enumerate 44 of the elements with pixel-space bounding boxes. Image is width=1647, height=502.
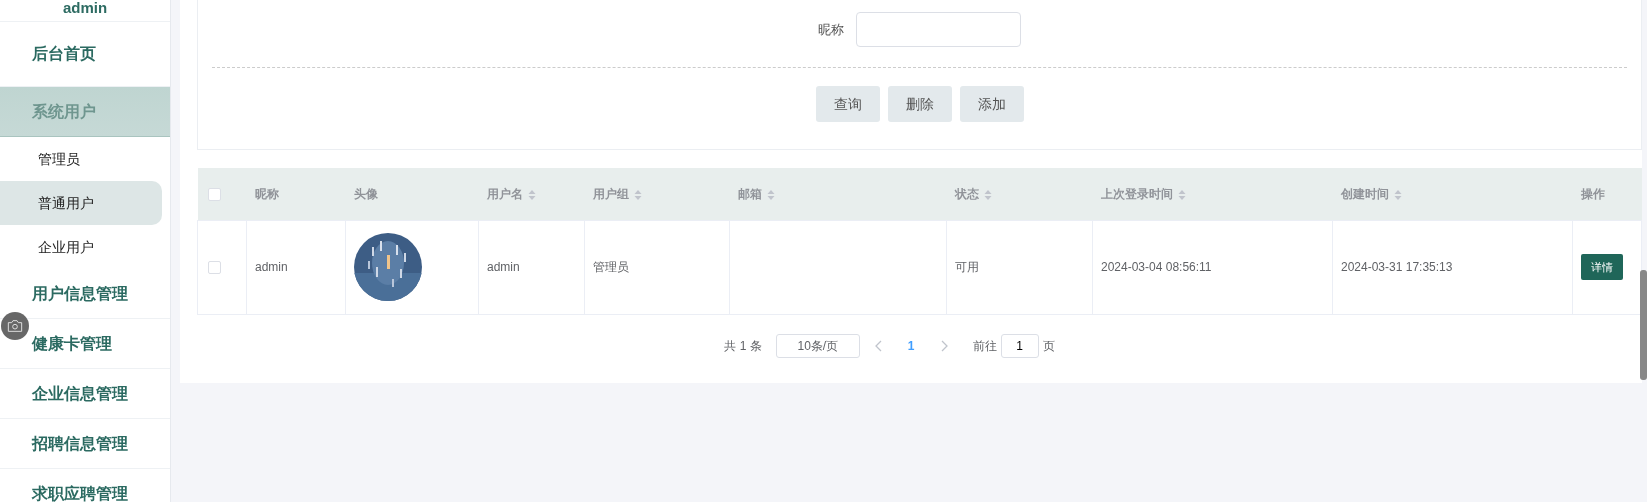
column-header: 邮箱 bbox=[737, 186, 762, 201]
table-cell: 2024-03-31 17:35:13 bbox=[1341, 260, 1453, 274]
checkbox[interactable] bbox=[208, 261, 221, 275]
sort-icon[interactable] bbox=[1177, 188, 1186, 201]
table-cell: admin bbox=[255, 260, 288, 274]
table-cell: 2024-03-04 08:56:11 bbox=[1101, 260, 1212, 274]
previous-page-icon[interactable] bbox=[873, 339, 884, 352]
sidebar-item[interactable]: 企业信息管理 bbox=[0, 369, 170, 419]
sidebar-item[interactable]: 求职应聘管理 bbox=[0, 469, 170, 502]
column-header: 操作 bbox=[1580, 186, 1605, 201]
column-header: 昵称 bbox=[254, 186, 279, 201]
input-field[interactable] bbox=[856, 12, 1021, 47]
scrollbar-thumb[interactable] bbox=[1640, 270, 1647, 380]
sort-icon[interactable] bbox=[983, 188, 992, 201]
sidebar-subitem[interactable]: 普通用户 bbox=[0, 181, 162, 225]
user-name: admin bbox=[0, 0, 170, 22]
page-suffix: 页 bbox=[1042, 337, 1055, 355]
table-cell: admin bbox=[487, 260, 520, 274]
sort-icon[interactable] bbox=[1393, 188, 1402, 201]
action-button[interactable]: 查询 bbox=[815, 86, 880, 122]
action-button[interactable]: 添加 bbox=[959, 86, 1024, 122]
sidebar-subitem[interactable]: 企业用户 bbox=[0, 225, 162, 269]
page-size-select[interactable]: 10条/页 bbox=[775, 333, 860, 358]
column-header: 用户名 bbox=[486, 186, 523, 201]
sort-icon[interactable] bbox=[527, 188, 536, 201]
sidebar-subitem[interactable]: 管理员 bbox=[0, 137, 162, 181]
total-count: 共 1 条 bbox=[724, 337, 762, 355]
table-cell: 可用 bbox=[955, 260, 979, 274]
column-header: 用户组 bbox=[592, 186, 629, 201]
table-cell: 管理员 bbox=[593, 260, 629, 274]
column-header: 上次登录时间 bbox=[1100, 186, 1173, 201]
sort-icon[interactable] bbox=[633, 188, 642, 201]
sidebar-item[interactable]: 招聘信息管理 bbox=[0, 419, 170, 469]
column-header: 状态 bbox=[954, 186, 979, 201]
goto-label: 前往 bbox=[972, 337, 997, 355]
action-button[interactable]: 删除 bbox=[887, 86, 952, 122]
page-input[interactable]: 1 bbox=[1000, 333, 1039, 358]
field-label: 昵称 bbox=[818, 20, 844, 39]
details-button[interactable]: 详情 bbox=[1581, 253, 1623, 281]
column-header: 头像 bbox=[353, 186, 378, 201]
column-header: 创建时间 bbox=[1340, 186, 1389, 201]
sort-icon[interactable] bbox=[766, 188, 775, 201]
camera-icon bbox=[7, 319, 23, 333]
checkbox[interactable] bbox=[207, 188, 221, 202]
